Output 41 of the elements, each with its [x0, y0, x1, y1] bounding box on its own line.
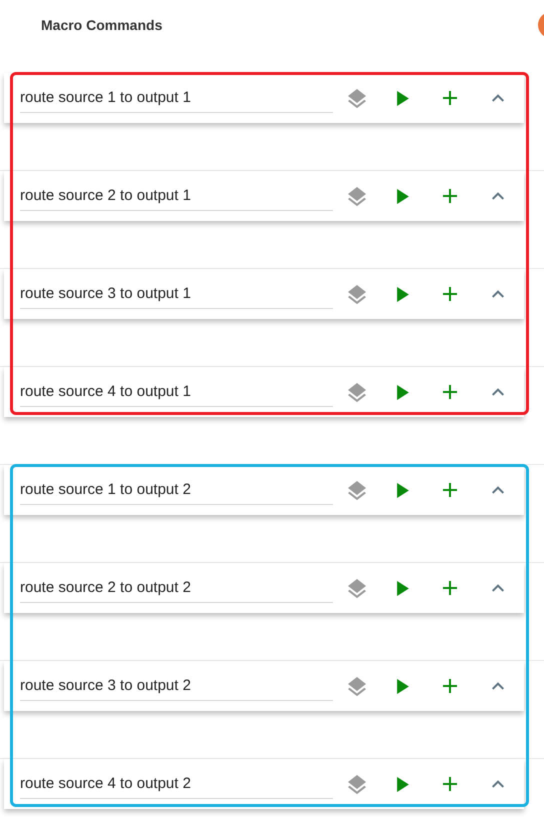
- play-icon[interactable]: [397, 188, 409, 204]
- macro-name-field[interactable]: route source 4 to output 1: [20, 377, 333, 407]
- macro-name-field[interactable]: route source 2 to output 1: [20, 181, 333, 211]
- play-icon[interactable]: [397, 678, 409, 694]
- macro-name-field[interactable]: route source 1 to output 2: [20, 475, 333, 505]
- chevron-up-icon[interactable]: [492, 192, 504, 200]
- play-icon[interactable]: [397, 286, 409, 302]
- plus-icon[interactable]: [442, 188, 458, 204]
- plus-icon[interactable]: [442, 678, 458, 694]
- chevron-up-icon[interactable]: [492, 486, 504, 494]
- plus-icon[interactable]: [442, 776, 458, 792]
- layers-icon[interactable]: [347, 382, 367, 402]
- play-icon[interactable]: [397, 90, 409, 106]
- play-icon[interactable]: [397, 580, 409, 596]
- chevron-up-icon[interactable]: [492, 388, 504, 396]
- macro-name-field[interactable]: route source 2 to output 2: [20, 573, 333, 603]
- chevron-up-icon[interactable]: [492, 94, 504, 102]
- layers-icon[interactable]: [347, 578, 367, 598]
- macro-name-field[interactable]: route source 3 to output 2: [20, 671, 333, 701]
- plus-icon[interactable]: [442, 580, 458, 596]
- chevron-up-icon[interactable]: [492, 584, 504, 592]
- plus-icon[interactable]: [442, 286, 458, 302]
- plus-icon[interactable]: [442, 482, 458, 498]
- layers-icon[interactable]: [347, 284, 367, 304]
- play-icon[interactable]: [397, 482, 409, 498]
- plus-icon[interactable]: [442, 90, 458, 106]
- play-icon[interactable]: [397, 384, 409, 400]
- layers-icon[interactable]: [347, 676, 367, 696]
- plus-icon[interactable]: [442, 384, 458, 400]
- chevron-up-icon[interactable]: [492, 290, 504, 298]
- macro-name-field[interactable]: route source 1 to output 1: [20, 83, 333, 113]
- play-icon[interactable]: [397, 776, 409, 792]
- macro-name-field[interactable]: route source 4 to output 2: [20, 769, 333, 799]
- layers-icon[interactable]: [347, 774, 367, 794]
- page-title: Macro Commands: [41, 16, 162, 35]
- chevron-up-icon[interactable]: [492, 682, 504, 690]
- layers-icon[interactable]: [347, 480, 367, 500]
- chevron-up-icon[interactable]: [492, 780, 504, 788]
- layers-icon[interactable]: [347, 88, 367, 108]
- macro-name-field[interactable]: route source 3 to output 1: [20, 279, 333, 309]
- layers-icon[interactable]: [347, 186, 367, 206]
